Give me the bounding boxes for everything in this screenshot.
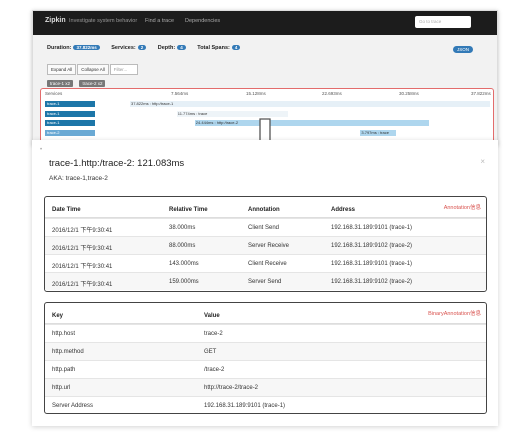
annotation-cell: 2016/12/1 下午9:30:41 xyxy=(52,264,113,270)
annotation-cell: 192.168.31.189:9102 (trace-2) xyxy=(331,243,413,249)
services-badge: 2 xyxy=(137,45,147,50)
annotation-cell: 88.000ms xyxy=(169,243,196,249)
tick-label: 37.822ms xyxy=(471,91,491,96)
span-service-label[interactable]: trace-1 xyxy=(45,120,95,126)
duration-stat: Duration: 37.822ms xyxy=(47,45,100,51)
nav-find-trace[interactable]: Find a trace xyxy=(145,18,174,24)
annotation-cell: 192.168.31.189:9101 (trace-1) xyxy=(331,225,413,231)
col-annotation: Annotation xyxy=(248,207,280,213)
annotation-cell: 192.168.31.189:9102 (trace-2) xyxy=(331,279,413,285)
binary-row: http.path/trace-2 xyxy=(45,360,486,378)
annotation-row: 2016/12/1 下午9:30:41 38.000ms Client Send 19… xyxy=(45,218,486,236)
tick-label: 15.128ms xyxy=(246,91,266,96)
close-icon[interactable]: × xyxy=(480,157,485,166)
col-relative-time: Relative Time xyxy=(169,207,208,213)
binary-cell: http.host xyxy=(52,331,76,337)
binary-row: http.host trace-2 xyxy=(45,324,486,342)
services-header: Services xyxy=(45,91,63,96)
binary-note: BinaryAnnotation信息 xyxy=(428,311,481,317)
annotation-header: Date Time Relative Time Annotation Addre… xyxy=(45,197,486,218)
annotation-cell: 192.168.31.189:9101 (trace-1) xyxy=(331,261,413,267)
tick-label: 30.258ms xyxy=(399,91,419,96)
annotation-cell: Client Receive xyxy=(248,261,287,267)
tick-label: 22.693ms xyxy=(322,91,342,96)
span-service-label[interactable]: trace-1 xyxy=(45,110,95,117)
col-address: Address xyxy=(331,207,356,213)
goto-trace-input[interactable]: Go to trace xyxy=(415,16,471,28)
annotation-table: Date Time Relative Time Annotation Addre… xyxy=(44,196,487,292)
span-bar[interactable]: 3.797ms : trace xyxy=(360,129,397,136)
annotation-cell: 159.000ms xyxy=(169,279,199,285)
json-button[interactable]: JSON xyxy=(452,46,473,53)
binary-header: Key Value BinaryAnnotation信息 xyxy=(45,303,486,324)
annotation-cell: 38.000ms xyxy=(169,225,196,231)
services-stat: Services: 2 xyxy=(111,45,147,51)
annotation-cell: Server Send xyxy=(248,279,282,285)
span-service-label[interactable]: trace-2 xyxy=(45,129,95,136)
binary-row: http.method GET xyxy=(45,342,486,360)
span-bar[interactable]: 24.444ms : http:/trace-2 xyxy=(194,120,429,126)
col-key: Key xyxy=(52,313,64,319)
duration-badge: 37.822ms xyxy=(73,45,100,50)
annotation-cell: 2016/12/1 下午9:30:41 xyxy=(52,246,113,252)
col-date-time: Date Time xyxy=(52,207,81,213)
annotation-row: 2016/12/1 下午9:30:41 159.000ms Server Send 1… xyxy=(45,272,486,290)
annotation-cell: 2016/12/1 下午9:30:41 xyxy=(52,282,113,288)
service-tag[interactable]: trace-2 x2 xyxy=(79,80,106,87)
annotation-note: Annotation信息 xyxy=(443,205,481,211)
navbar: Zipkin Investigate system behavior Find … xyxy=(33,11,497,35)
binary-cell: http.path xyxy=(52,367,76,373)
binary-annotation-table: Key Value BinaryAnnotation信息 http.host tr… xyxy=(44,302,487,414)
span-detail-panel: • trace-1.http:/trace-2: 121.083ms AKA: … xyxy=(32,140,498,426)
binary-row: Server Address 192.168.31.189:9101 (trace… xyxy=(45,396,486,414)
binary-cell: http.method xyxy=(52,349,84,355)
depth-badge: 4 xyxy=(177,45,186,50)
filter-select[interactable]: Filter... xyxy=(109,64,138,75)
binary-cell: GET xyxy=(204,349,217,355)
left-marker: • xyxy=(40,147,43,153)
annotation-cell: 2016/12/1 下午9:30:41 xyxy=(52,228,113,234)
nav-dependencies[interactable]: Dependencies xyxy=(185,18,220,24)
annotation-cell: Server Receive xyxy=(248,243,290,249)
depth-stat: Depth: 4 xyxy=(158,45,186,51)
binary-cell: Server Address xyxy=(52,403,94,409)
brand-logo[interactable]: Zipkin xyxy=(45,17,66,24)
annotation-row: 2016/12/1 下午9:30:41 88.000ms Server Receiv… xyxy=(45,236,486,254)
annotation-row: 2016/12/1 下午9:30:41 143.000ms Client Recei… xyxy=(45,254,486,272)
binary-cell: 192.168.31.189:9101 (trace-1) xyxy=(204,403,286,409)
trace-stats: Duration: 37.822ms Services: 2 Depth: 4 Tot… xyxy=(47,45,250,51)
span-bar[interactable]: 37.822ms : http:/trace-1 xyxy=(130,101,490,107)
binary-row: http.url http://trace-2/trace-2 xyxy=(45,378,486,396)
binary-cell: http://trace-2/trace-2 xyxy=(204,385,259,391)
span-service-label[interactable]: trace-1 xyxy=(45,101,95,107)
tick-label: 7.564ms xyxy=(171,91,189,96)
col-value: Value xyxy=(204,313,220,319)
binary-cell: http.url xyxy=(52,385,71,391)
brand-tagline: Investigate system behavior xyxy=(69,18,138,24)
span-bar[interactable]: 11.774ms : trace xyxy=(176,110,289,117)
spans-badge: 4 xyxy=(231,45,241,50)
service-tag[interactable]: trace-1 x2 xyxy=(47,80,74,87)
span-title: trace-1.http:/trace-2: 121.083ms xyxy=(49,158,185,169)
timeline-ticks: Services 7.564ms 15.128ms 22.693ms 30.25… xyxy=(43,91,491,98)
binary-cell: /trace-2 xyxy=(204,367,225,373)
annotation-cell: 143.000ms xyxy=(169,261,199,267)
span-aka: AKA: trace-1,trace-2 xyxy=(49,175,108,182)
spans-stat: Total Spans: 4 xyxy=(197,45,241,51)
annotation-cell: Client Send xyxy=(248,225,280,231)
binary-cell: trace-2 xyxy=(204,331,223,337)
